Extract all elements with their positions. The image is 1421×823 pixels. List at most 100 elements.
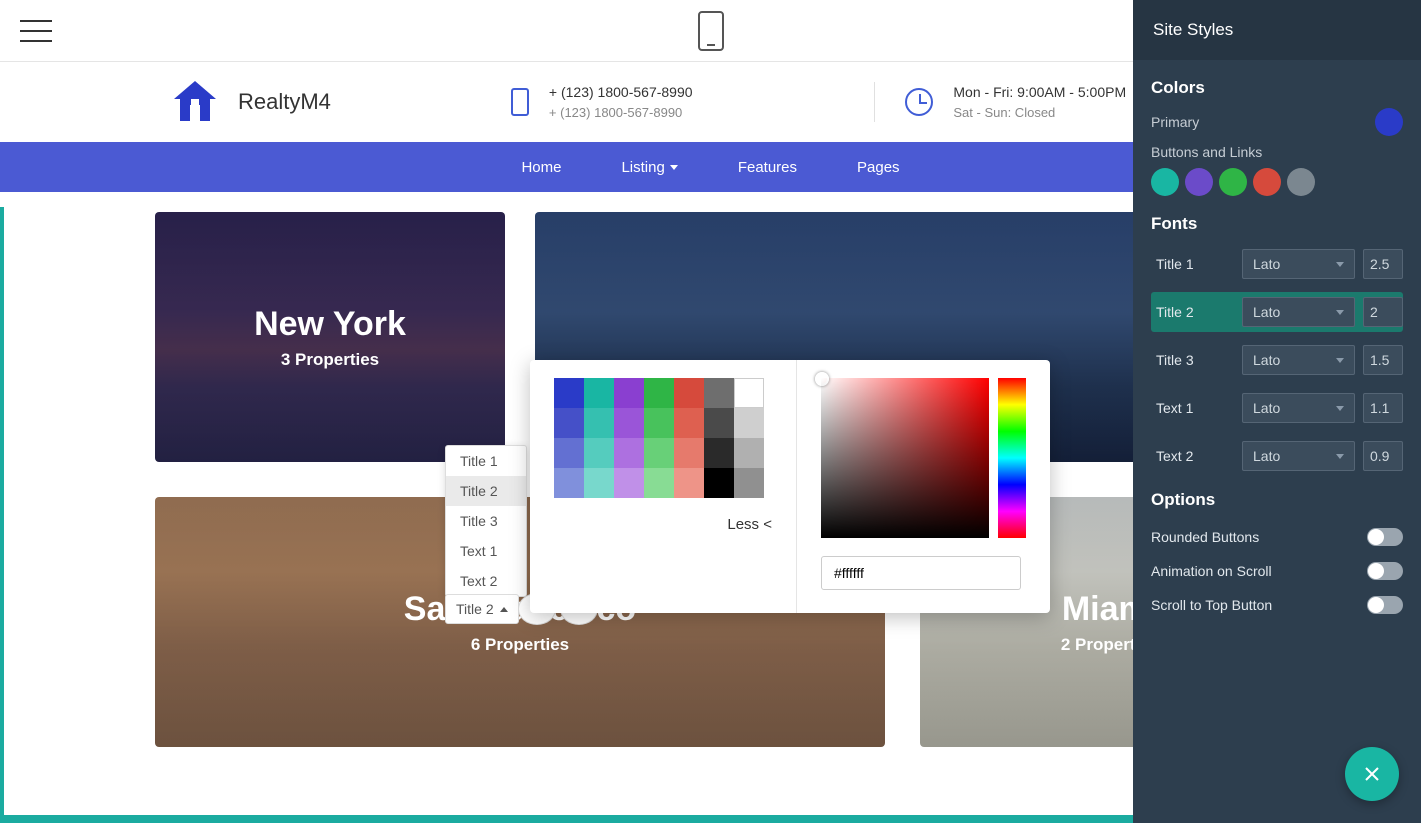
palette-cell[interactable]	[644, 468, 674, 498]
hex-input[interactable]	[821, 556, 1021, 590]
primary-color-swatch[interactable]	[1375, 108, 1403, 136]
palette-cell[interactable]	[644, 378, 674, 408]
nav-pages[interactable]: Pages	[857, 159, 900, 176]
logo-icon	[170, 77, 220, 127]
palette-cell[interactable]	[704, 438, 734, 468]
sidebar-body: Colors Primary Buttons and Links Fonts T…	[1133, 60, 1421, 640]
palette-cell[interactable]	[614, 438, 644, 468]
palette-cell[interactable]	[554, 438, 584, 468]
palette-cell[interactable]	[734, 378, 764, 408]
card-sub: 3 Properties	[281, 350, 379, 370]
nav-home[interactable]: Home	[521, 159, 561, 176]
saturation-box[interactable]	[821, 378, 989, 538]
chevron-down-icon	[670, 165, 678, 170]
title-style-dropdown[interactable]: Title 2	[445, 594, 519, 624]
nav-features[interactable]: Features	[738, 159, 797, 176]
option-animation-scroll: Animation on Scroll	[1151, 554, 1403, 588]
palette-cell[interactable]	[584, 438, 614, 468]
palette-cell[interactable]	[674, 438, 704, 468]
palette-cell[interactable]	[734, 408, 764, 438]
saturation-cursor[interactable]	[815, 372, 829, 386]
palette-cell[interactable]	[674, 408, 704, 438]
less-link[interactable]: Less <	[554, 516, 772, 533]
phone-block: + (123) 1800-567-8990 + (123) 1800-567-8…	[481, 82, 723, 123]
font-label: Title 2	[1156, 304, 1234, 320]
palette-cell[interactable]	[644, 408, 674, 438]
palette-cell[interactable]	[554, 378, 584, 408]
palette-cell[interactable]	[644, 438, 674, 468]
color-custom-panel	[797, 360, 1050, 613]
palette-cell[interactable]	[614, 408, 644, 438]
link-swatches	[1151, 168, 1403, 196]
font-row: Text 2 Lato	[1151, 436, 1403, 476]
palette-cell[interactable]	[554, 468, 584, 498]
font-select[interactable]: Lato	[1242, 297, 1355, 327]
font-select[interactable]: Lato	[1242, 441, 1355, 471]
palette-cell[interactable]	[704, 468, 734, 498]
font-size-input[interactable]	[1363, 345, 1403, 375]
font-row: Title 2 Lato	[1151, 292, 1403, 332]
font-select[interactable]: Lato	[1242, 393, 1355, 423]
toggle-animation[interactable]	[1367, 562, 1403, 580]
font-select[interactable]: Lato	[1242, 249, 1355, 279]
palette-cell[interactable]	[674, 378, 704, 408]
option-label: Animation on Scroll	[1151, 563, 1272, 579]
phone-secondary: + (123) 1800-567-8990	[549, 103, 693, 123]
font-size-input[interactable]	[1363, 441, 1403, 471]
buttons-links-label: Buttons and Links	[1151, 144, 1403, 160]
phone-icon	[511, 88, 529, 116]
title-menu-text2[interactable]: Text 2	[446, 566, 526, 596]
toggle-scrolltop[interactable]	[1367, 596, 1403, 614]
font-row: Text 1 Lato	[1151, 388, 1403, 428]
clock-icon	[905, 88, 933, 116]
link-color-swatch[interactable]	[1185, 168, 1213, 196]
site-styles-sidebar: Site Styles Colors Primary Buttons and L…	[1133, 0, 1421, 823]
colors-heading: Colors	[1151, 78, 1403, 98]
palette-cell[interactable]	[614, 468, 644, 498]
palette-cell[interactable]	[584, 408, 614, 438]
nav-listing[interactable]: Listing	[621, 159, 677, 176]
palette-cell[interactable]	[554, 408, 584, 438]
toggle-rounded[interactable]	[1367, 528, 1403, 546]
palette-cell[interactable]	[734, 468, 764, 498]
palette-cell[interactable]	[614, 378, 644, 408]
hamburger-icon[interactable]	[20, 20, 52, 42]
link-color-swatch[interactable]	[1253, 168, 1281, 196]
font-size-input[interactable]	[1363, 393, 1403, 423]
chevron-down-icon	[1336, 406, 1344, 411]
title-style-menu: Title 1 Title 2 Title 3 Text 1 Text 2	[445, 445, 527, 597]
close-button[interactable]	[1345, 747, 1399, 801]
hours-primary: Mon - Fri: 9:00AM - 5:00PM	[953, 82, 1126, 103]
palette-cell[interactable]	[704, 378, 734, 408]
option-rounded-buttons: Rounded Buttons	[1151, 520, 1403, 554]
palette-cell[interactable]	[734, 438, 764, 468]
color-picker-popup: Less <	[530, 360, 1050, 613]
fonts-heading: Fonts	[1151, 214, 1403, 234]
logo: RealtyM4	[170, 77, 331, 127]
link-color-swatch[interactable]	[1151, 168, 1179, 196]
mobile-preview-icon[interactable]	[698, 11, 724, 51]
hue-slider[interactable]	[998, 378, 1026, 538]
link-color-swatch[interactable]	[1219, 168, 1247, 196]
palette-cell[interactable]	[584, 468, 614, 498]
card-new-york[interactable]: New York 3 Properties	[155, 212, 505, 462]
palette-cell[interactable]	[674, 468, 704, 498]
font-size-input[interactable]	[1363, 249, 1403, 279]
sidebar-title: Site Styles	[1133, 0, 1421, 60]
title-menu-title1[interactable]: Title 1	[446, 446, 526, 476]
close-icon	[1362, 764, 1382, 784]
palette-cell[interactable]	[584, 378, 614, 408]
font-size-input[interactable]	[1363, 297, 1403, 327]
link-color-swatch[interactable]	[1287, 168, 1315, 196]
title-menu-title2[interactable]: Title 2	[446, 476, 526, 506]
hours-block: Mon - Fri: 9:00AM - 5:00PM Sat - Sun: Cl…	[874, 82, 1156, 123]
title-dd-label: Title 2	[456, 601, 494, 617]
primary-color-row: Primary	[1151, 108, 1403, 136]
font-label: Title 1	[1156, 256, 1234, 272]
font-select[interactable]: Lato	[1242, 345, 1355, 375]
title-menu-text1[interactable]: Text 1	[446, 536, 526, 566]
font-row: Title 3 Lato	[1151, 340, 1403, 380]
phone-primary: + (123) 1800-567-8990	[549, 82, 693, 103]
palette-cell[interactable]	[704, 408, 734, 438]
title-menu-title3[interactable]: Title 3	[446, 506, 526, 536]
